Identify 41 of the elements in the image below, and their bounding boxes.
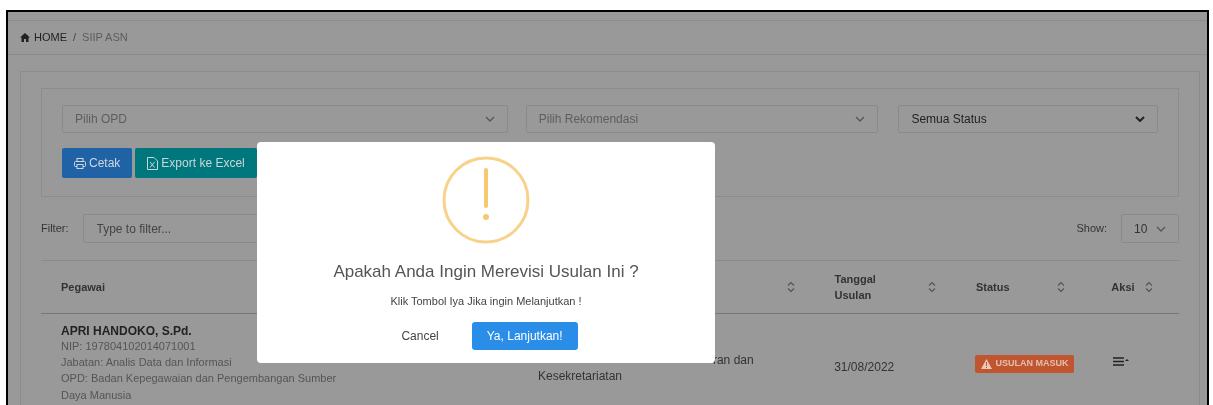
employee-department: OPD: Badan Kepegawaian dan Pengembangan Sumber Daya Manusia — [61, 371, 338, 403]
spreadsheet-file-icon — [147, 156, 159, 170]
table-cell: Kesekretariatan — [537, 368, 622, 384]
employee-position: Jabatan: Analis Data dan Informasi — [61, 355, 232, 370]
status-badge: USULAN MASUK — [975, 355, 1075, 373]
printer-icon — [74, 157, 86, 169]
home-icon[interactable] — [20, 33, 30, 42]
dialog-message: Klik Tombol Iya Jika ingin Melanjutkan ! — [390, 293, 582, 309]
menu-icon[interactable] — [1113, 357, 1130, 366]
chevron-down-icon — [1135, 116, 1145, 122]
chevron-down-icon — [484, 116, 495, 122]
select-field[interactable]: Pilih OPD — [62, 105, 508, 133]
employee-name: APRI HANDOKO, S.Pd. — [61, 324, 192, 339]
sort-icon[interactable] — [1144, 281, 1153, 293]
sort-icon[interactable] — [786, 281, 795, 293]
page-size-select[interactable]: 10 — [1121, 214, 1179, 243]
sort-icon[interactable] — [927, 281, 936, 293]
table-cell: ran dan — [712, 352, 754, 368]
date-cell: 31/08/2022 — [834, 360, 895, 374]
sort-icon[interactable] — [1057, 281, 1066, 293]
breadcrumb-current: SIIP ASN — [82, 30, 128, 46]
cancel-button[interactable]: Cancel — [394, 322, 446, 350]
select-field[interactable]: Pilih Rekomendasi — [525, 105, 879, 133]
print-button[interactable]: Cetak — [62, 148, 133, 178]
column-header: Aksi — [1111, 279, 1135, 295]
warning-icon — [442, 156, 530, 244]
warning-icon — [981, 359, 993, 369]
confirm-button[interactable]: Ya, Lanjutkan! — [471, 322, 578, 350]
chevron-down-icon — [1156, 225, 1166, 232]
chevron-down-icon — [855, 116, 866, 122]
dialog-title: Apakah Anda Ingin Merevisi Usulan Ini ? — [333, 261, 639, 283]
filter-label: Filter: — [41, 221, 69, 237]
column-header: Tanggal Usulan — [834, 271, 877, 303]
employee-nip: NIP: 197804102014071001 — [61, 339, 196, 354]
export-button[interactable]: Export ke Excel — [135, 148, 257, 178]
column-header: Pegawai — [61, 279, 106, 295]
column-header: Status — [975, 279, 1010, 295]
breadcrumb-separator: / — [73, 30, 77, 46]
select-field[interactable]: Semua Status — [898, 105, 1158, 133]
breadcrumb-link[interactable]: HOME — [34, 29, 67, 46]
show-label: Show: — [1076, 221, 1107, 237]
